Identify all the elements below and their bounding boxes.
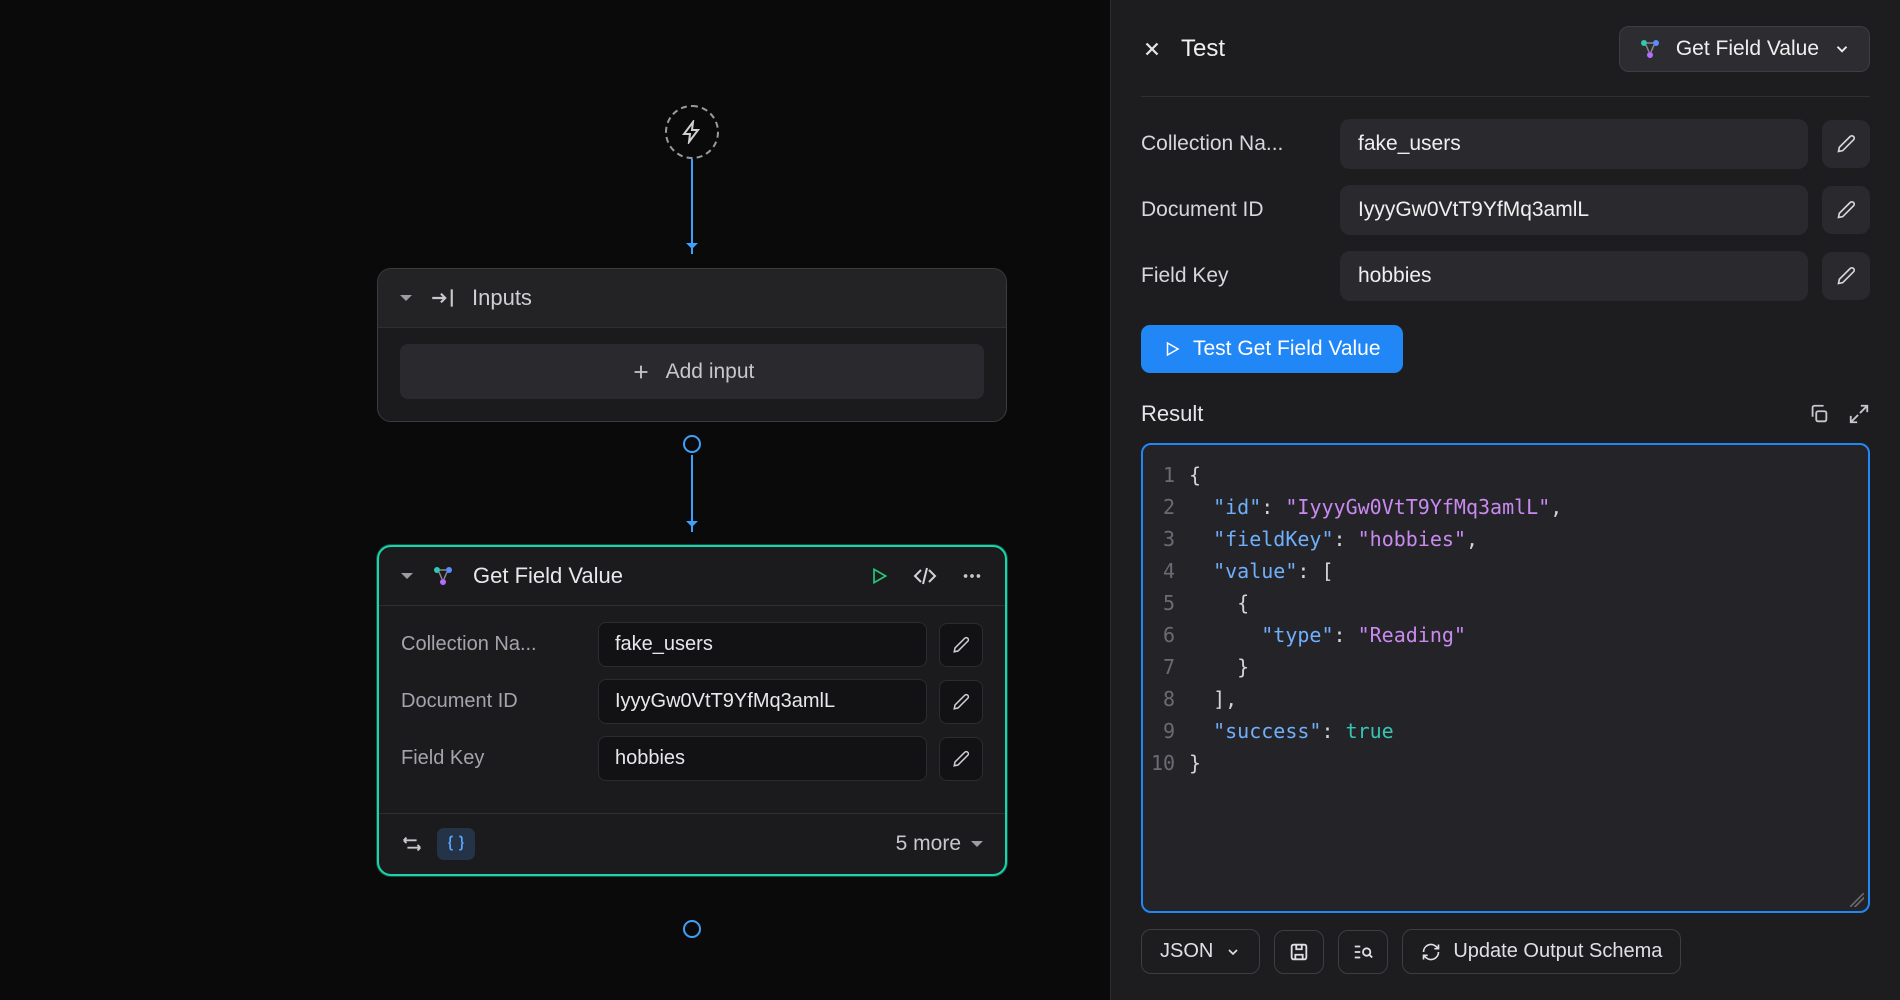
pencil-icon xyxy=(952,693,970,711)
braces-icon xyxy=(446,834,466,854)
node-header[interactable]: Inputs xyxy=(378,269,1006,328)
connector-line xyxy=(691,159,693,254)
edit-button[interactable] xyxy=(939,680,983,724)
play-icon xyxy=(1163,340,1181,358)
chevron-down-icon xyxy=(1225,944,1241,960)
panel-field-label: Document ID xyxy=(1141,198,1326,222)
edit-button[interactable] xyxy=(1822,120,1870,168)
close-icon[interactable] xyxy=(1141,38,1163,60)
braces-badge[interactable] xyxy=(437,828,475,860)
chevron-down-icon xyxy=(971,841,983,853)
save-schema-button[interactable] xyxy=(1274,930,1324,974)
field-label: Collection Na... xyxy=(401,633,586,656)
panel-field-label: Collection Na... xyxy=(1141,132,1326,156)
pencil-icon xyxy=(952,636,970,654)
copy-icon[interactable] xyxy=(1808,403,1830,425)
node-header[interactable]: Get Field Value xyxy=(379,547,1005,606)
result-label: Result xyxy=(1141,401,1203,427)
panel-field: Document ID IyyyGw0VtT9YfMq3amlL xyxy=(1141,185,1870,235)
output-port[interactable] xyxy=(683,435,701,453)
panel-field: Field Key hobbies xyxy=(1141,251,1870,301)
test-button-label: Test Get Field Value xyxy=(1193,337,1381,361)
code-icon[interactable] xyxy=(913,564,937,588)
add-input-label: Add input xyxy=(666,360,755,384)
expand-icon[interactable] xyxy=(1848,403,1870,425)
node-type-icon xyxy=(429,564,457,588)
field-row: Field Key hobbies xyxy=(401,736,983,781)
pencil-icon xyxy=(1836,200,1856,220)
field-row: Collection Na... fake_users xyxy=(401,622,983,667)
output-format-selector[interactable]: JSON xyxy=(1141,929,1260,974)
edit-button[interactable] xyxy=(939,737,983,781)
inspect-button[interactable] xyxy=(1338,930,1388,974)
pencil-icon xyxy=(1836,266,1856,286)
update-output-schema-button[interactable]: Update Output Schema xyxy=(1402,929,1681,974)
flow-canvas[interactable]: Inputs Add input Get Field Value Collect… xyxy=(0,0,1110,1000)
plus-icon xyxy=(630,361,652,383)
list-search-icon xyxy=(1352,941,1374,963)
connector-line xyxy=(691,455,693,532)
panel-field-value[interactable]: hobbies xyxy=(1340,251,1808,301)
edit-button[interactable] xyxy=(939,623,983,667)
chevron-down-icon[interactable] xyxy=(400,295,412,307)
node-type-icon xyxy=(1638,37,1662,61)
update-schema-label: Update Output Schema xyxy=(1453,940,1662,963)
get-field-value-node[interactable]: Get Field Value Collection Na... fake_us… xyxy=(377,545,1007,876)
play-icon[interactable] xyxy=(869,566,889,586)
test-panel: Test Get Field Value Collection Na... fa… xyxy=(1110,0,1900,1000)
more-fields-button[interactable]: 5 more xyxy=(896,832,983,856)
more-icon[interactable] xyxy=(961,565,983,587)
output-format-label: JSON xyxy=(1160,940,1213,963)
more-fields-label: 5 more xyxy=(896,832,961,856)
chevron-down-icon[interactable] xyxy=(401,573,413,585)
pencil-icon xyxy=(952,750,970,768)
lightning-icon xyxy=(680,120,704,144)
pencil-icon xyxy=(1836,134,1856,154)
edit-button[interactable] xyxy=(1822,186,1870,234)
edit-button[interactable] xyxy=(1822,252,1870,300)
chevron-down-icon xyxy=(1833,40,1851,58)
panel-field: Collection Na... fake_users xyxy=(1141,119,1870,169)
node-title: Get Field Value xyxy=(473,563,853,589)
inputs-node[interactable]: Inputs Add input xyxy=(377,268,1007,422)
field-label: Document ID xyxy=(401,690,586,713)
output-port[interactable] xyxy=(683,920,701,938)
node-selector-label: Get Field Value xyxy=(1676,37,1819,61)
field-value[interactable]: hobbies xyxy=(598,736,927,781)
node-selector[interactable]: Get Field Value xyxy=(1619,26,1870,72)
panel-field-label: Field Key xyxy=(1141,264,1326,288)
panel-title: Test xyxy=(1181,35,1225,63)
panel-field-value[interactable]: IyyyGw0VtT9YfMq3amlL xyxy=(1340,185,1808,235)
save-icon xyxy=(1288,941,1310,963)
trigger-node[interactable] xyxy=(665,105,719,159)
field-value[interactable]: fake_users xyxy=(598,622,927,667)
loop-icon[interactable] xyxy=(401,833,423,855)
refresh-icon xyxy=(1421,942,1441,962)
field-row: Document ID IyyyGw0VtT9YfMq3amlL xyxy=(401,679,983,724)
inputs-icon xyxy=(428,285,456,311)
field-value[interactable]: IyyyGw0VtT9YfMq3amlL xyxy=(598,679,927,724)
panel-field-value[interactable]: fake_users xyxy=(1340,119,1808,169)
node-title: Inputs xyxy=(472,285,984,311)
result-json[interactable]: 1{2 "id": "IyyyGw0VtT9YfMq3amlL",3 "fiel… xyxy=(1141,443,1870,913)
add-input-button[interactable]: Add input xyxy=(400,344,984,399)
field-label: Field Key xyxy=(401,747,586,770)
test-button[interactable]: Test Get Field Value xyxy=(1141,325,1403,373)
